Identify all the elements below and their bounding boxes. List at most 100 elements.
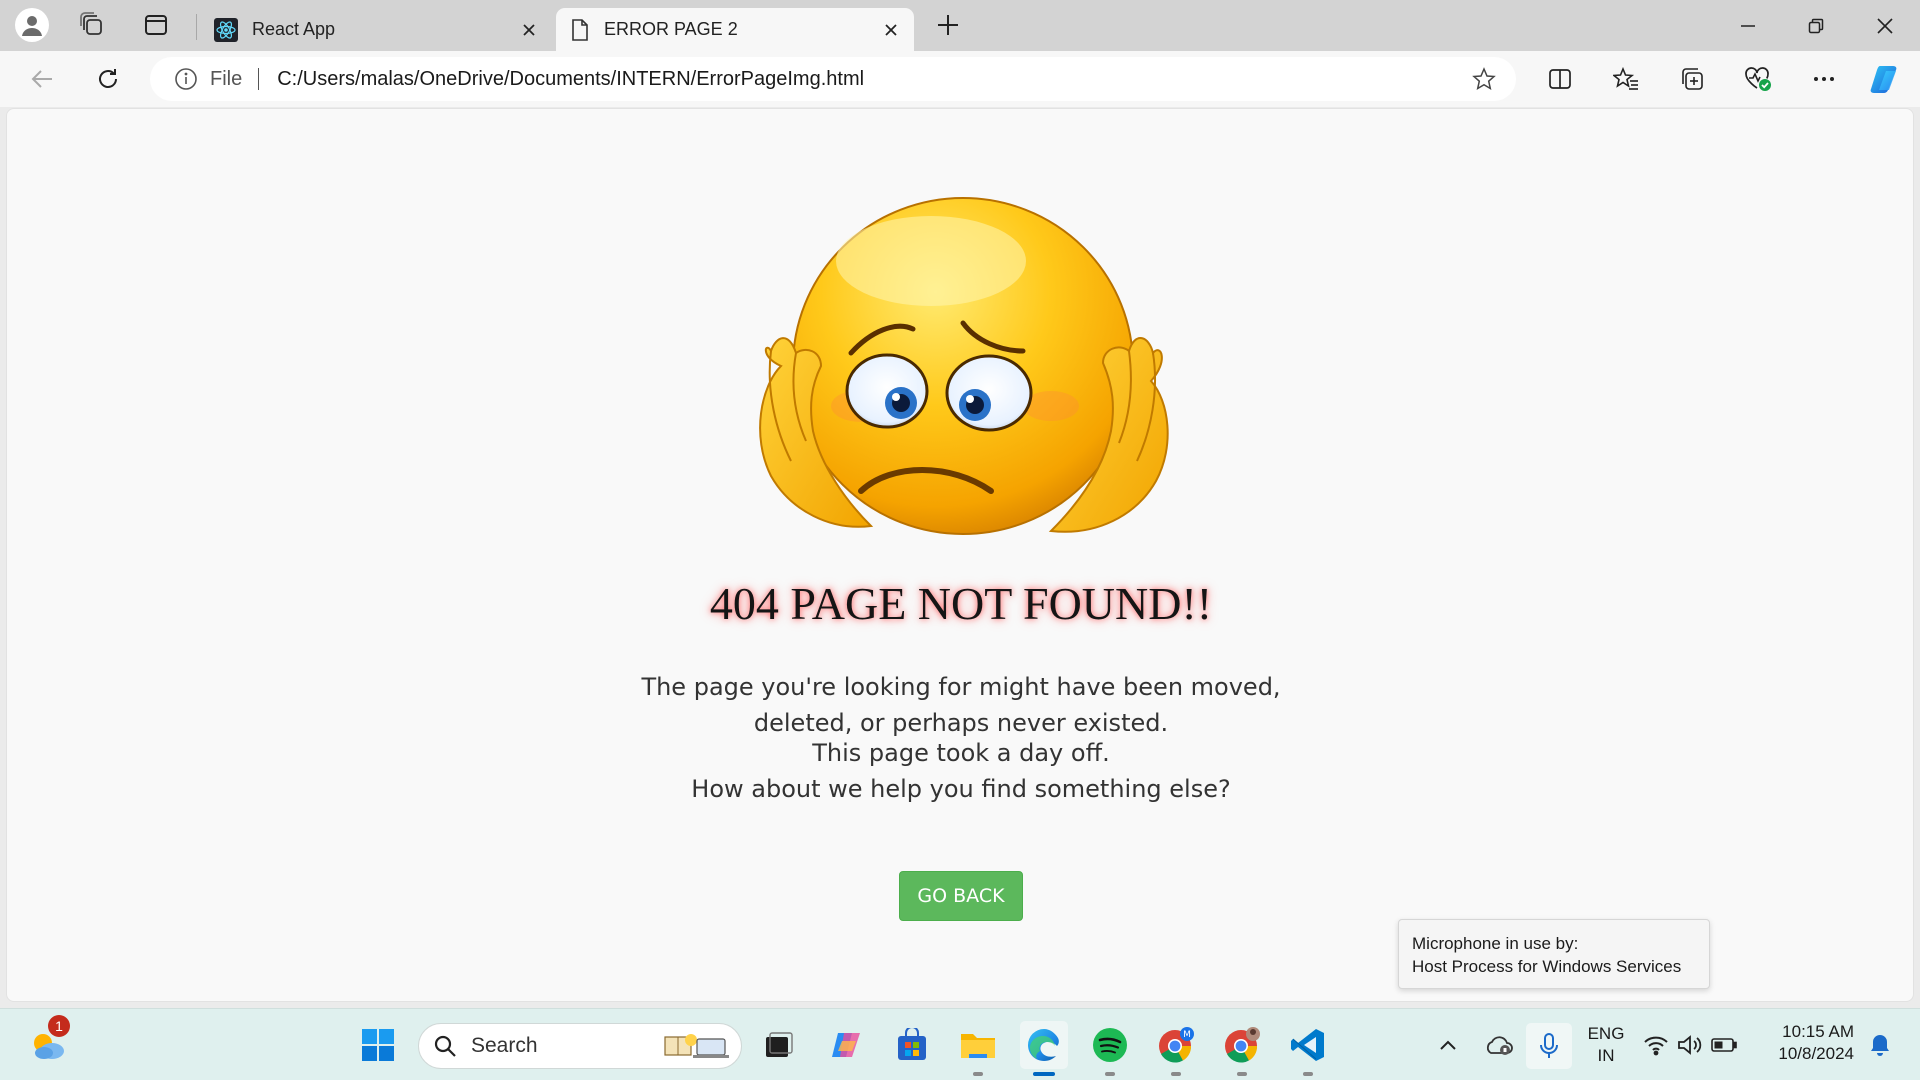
help-message: This page took a day off. How about we h… xyxy=(7,735,1915,807)
tab-separator xyxy=(196,14,197,40)
quick-settings-button[interactable] xyxy=(1640,1021,1740,1069)
tooltip-line: Host Process for Windows Services xyxy=(1412,957,1682,976)
page-icon xyxy=(572,18,588,41)
spotify-button[interactable] xyxy=(1086,1021,1134,1076)
page-viewport: 404 PAGE NOT FOUND!! The page you're loo… xyxy=(6,108,1914,1002)
back-button[interactable] xyxy=(22,59,62,99)
error-title: 404 PAGE NOT FOUND!! xyxy=(709,578,1213,629)
copilot-button[interactable] xyxy=(1866,59,1906,99)
help-message-line: This page took a day off. xyxy=(812,739,1110,767)
edge-icon xyxy=(1028,1029,1059,1061)
minimize-button[interactable] xyxy=(1715,0,1781,51)
task-view-button[interactable] xyxy=(754,1021,802,1069)
weather-widget[interactable]: 1 xyxy=(24,1015,72,1069)
sad-face-emoji xyxy=(759,197,1169,535)
restore-button[interactable] xyxy=(1783,0,1849,51)
tab-actions-icon xyxy=(145,15,167,35)
running-indicator xyxy=(1237,1072,1247,1076)
microphone-icon xyxy=(1540,1033,1558,1058)
collections-icon xyxy=(1682,68,1703,90)
close-tab-icon[interactable] xyxy=(514,15,544,45)
tab-strip: React App ERROR PAGE 2 xyxy=(0,0,1920,51)
back-arrow-icon xyxy=(31,70,52,88)
microsoft-store-button[interactable] xyxy=(888,1021,936,1069)
microphone-in-use-tooltip: Microphone in use by: Host Process for W… xyxy=(1398,919,1710,989)
windows-logo-icon xyxy=(362,1029,394,1061)
address-url[interactable]: C:/Users/malas/OneDrive/Documents/INTERN… xyxy=(277,68,864,91)
date: 10/8/2024 xyxy=(1778,1044,1854,1063)
clock[interactable]: 10:15 AM 10/8/2024 xyxy=(1764,1021,1854,1065)
start-button[interactable] xyxy=(354,1021,402,1069)
language-indicator[interactable]: ENG IN xyxy=(1582,1023,1630,1067)
favorites-button[interactable] xyxy=(1606,59,1646,99)
time: 10:15 AM xyxy=(1782,1022,1854,1041)
running-indicator xyxy=(1171,1072,1181,1076)
folder-icon xyxy=(961,1034,995,1058)
store-icon xyxy=(898,1028,926,1060)
minimize-icon xyxy=(1741,24,1755,27)
workspaces-button[interactable] xyxy=(72,5,112,45)
svg-text:M: M xyxy=(1183,1030,1191,1040)
copilot-icon xyxy=(832,1033,860,1057)
copilot-icon xyxy=(1870,66,1897,93)
refresh-button[interactable] xyxy=(88,59,128,99)
vscode-button[interactable] xyxy=(1284,1021,1332,1076)
vscode-icon xyxy=(1291,1029,1324,1061)
onedrive-cloud-icon xyxy=(1486,1036,1513,1055)
go-back-button[interactable]: GO BACK xyxy=(899,871,1023,921)
wifi-icon xyxy=(1644,1036,1668,1056)
task-view-icon xyxy=(766,1032,793,1057)
error-message: The page you're looking for might have b… xyxy=(7,669,1915,741)
chrome-profile-m-button[interactable]: M xyxy=(1152,1021,1200,1076)
show-hidden-icons-button[interactable] xyxy=(1428,1021,1468,1069)
favorite-star-icon[interactable] xyxy=(1466,61,1502,97)
running-indicator xyxy=(973,1072,983,1076)
refresh-icon xyxy=(99,69,117,88)
address-scheme-label: File xyxy=(210,67,243,90)
windows-taskbar: 1 Search M ENG IN 10:15 AM 10/8/2024 xyxy=(0,1008,1920,1080)
profile-button[interactable] xyxy=(12,5,52,45)
chrome-icon xyxy=(1225,1027,1260,1063)
chrome-profile-photo-button[interactable] xyxy=(1218,1021,1266,1076)
close-window-button[interactable] xyxy=(1852,0,1918,51)
favorites-icon xyxy=(1613,67,1638,90)
onedrive-tray-button[interactable] xyxy=(1476,1021,1520,1069)
error-message-line: The page you're looking for might have b… xyxy=(641,673,1281,701)
running-indicator xyxy=(1105,1072,1115,1076)
search-label: Search xyxy=(471,1034,538,1057)
search-highlight-icon xyxy=(664,1034,729,1058)
split-screen-icon xyxy=(1549,69,1571,89)
tab-error-page-2[interactable]: ERROR PAGE 2 xyxy=(556,8,914,51)
restore-icon xyxy=(1808,18,1824,33)
tab-title: React App xyxy=(252,19,336,39)
address-bar[interactable]: File C:/Users/malas/OneDrive/Documents/I… xyxy=(150,57,1516,101)
close-icon xyxy=(1877,17,1893,34)
microphone-tray-button[interactable] xyxy=(1526,1023,1572,1069)
chevron-up-icon xyxy=(1440,1040,1456,1050)
search-icon xyxy=(434,1035,456,1057)
collections-button[interactable] xyxy=(1672,59,1712,99)
site-info-icon[interactable] xyxy=(174,67,198,91)
bell-icon xyxy=(1871,1035,1889,1056)
browser-essentials-button[interactable] xyxy=(1738,59,1778,99)
settings-more-button[interactable] xyxy=(1804,59,1844,99)
tab-react-app[interactable]: React App xyxy=(200,8,552,51)
vertical-tabs-button[interactable] xyxy=(136,5,176,45)
plus-icon xyxy=(938,15,958,35)
tooltip-line: Microphone in use by: xyxy=(1412,934,1579,953)
file-explorer-button[interactable] xyxy=(954,1021,1002,1076)
notification-center-button[interactable] xyxy=(1860,1021,1900,1069)
address-divider xyxy=(258,68,260,90)
browser-toolbar: File C:/Users/malas/OneDrive/Documents/I… xyxy=(0,51,1920,107)
notification-badge: 1 xyxy=(48,1015,70,1037)
taskbar-search[interactable]: Search xyxy=(418,1023,742,1069)
battery-icon xyxy=(1711,1038,1737,1052)
language-code: ENG xyxy=(1587,1024,1625,1043)
close-tab-icon[interactable] xyxy=(876,15,906,45)
new-tab-button[interactable] xyxy=(928,5,968,45)
copilot-taskbar-button[interactable] xyxy=(822,1021,870,1069)
split-screen-button[interactable] xyxy=(1540,59,1580,99)
workspaces-icon xyxy=(80,12,102,35)
edge-taskbar-button[interactable] xyxy=(1020,1021,1068,1076)
react-icon xyxy=(214,17,238,42)
